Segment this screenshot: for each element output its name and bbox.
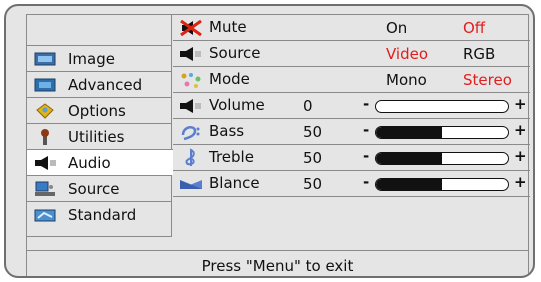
bass-slider[interactable] — [375, 126, 509, 139]
mode-label: Mode — [209, 70, 250, 88]
mute-on-option[interactable]: On — [386, 19, 407, 37]
treble-label: Treble — [209, 148, 254, 166]
mute-off-option[interactable]: Off — [463, 19, 485, 37]
balance-slider-fill — [376, 179, 442, 190]
balance-row: Blance 50 - + — [173, 171, 530, 197]
volume-row: Volume 0 - + — [173, 93, 530, 119]
mute-label: Mute — [209, 18, 247, 36]
mode-row: Mode Mono Stereo — [173, 67, 530, 93]
bass-row: Bass 50 - + — [173, 119, 530, 145]
nav-item-label: Utilities — [68, 127, 125, 146]
mode-stereo-option[interactable]: Stereo — [463, 71, 512, 89]
balance-value: 50 — [303, 175, 323, 193]
source-icon — [34, 181, 56, 197]
speaker-icon — [34, 155, 56, 171]
mode-mono-option[interactable]: Mono — [386, 71, 427, 89]
volume-slider[interactable] — [375, 100, 509, 113]
exit-hint-text: Press "Menu" to exit — [201, 257, 354, 275]
mode-icon — [178, 71, 204, 89]
utilities-icon — [34, 128, 56, 145]
options-icon — [34, 102, 56, 119]
audio-settings-panel: Mute On Off Source Video RGB Mode Mono S… — [173, 15, 530, 237]
bass-value: 50 — [303, 123, 323, 141]
mute-row: Mute On Off — [173, 15, 530, 41]
nav-item-advanced[interactable]: Advanced — [27, 71, 172, 97]
treble-clef-icon — [178, 148, 204, 167]
nav-item-label: Advanced — [68, 75, 143, 94]
nav-item-standard[interactable]: Standard — [27, 201, 172, 227]
mute-icon — [178, 19, 204, 37]
exit-hint: Press "Menu" to exit — [26, 251, 529, 276]
nav-item-image[interactable]: Image — [27, 45, 172, 71]
standard-icon — [34, 207, 56, 223]
advanced-icon — [34, 77, 56, 93]
image-icon — [34, 51, 56, 67]
bass-label: Bass — [209, 122, 245, 140]
volume-increase[interactable]: + — [514, 95, 527, 113]
balance-slider[interactable] — [375, 178, 509, 191]
treble-decrease[interactable]: - — [363, 147, 369, 165]
nav-item-audio[interactable]: Audio — [27, 149, 173, 175]
source-label: Source — [209, 44, 261, 62]
volume-label: Volume — [209, 96, 265, 114]
nav-item-label: Source — [68, 179, 120, 198]
nav-item-label: Options — [68, 101, 126, 120]
treble-slider-fill — [376, 153, 442, 164]
speaker-icon — [178, 97, 204, 115]
menu-body: Image Advanced Options Utilities Audio S… — [26, 14, 530, 251]
balance-increase[interactable]: + — [514, 173, 527, 191]
nav-item-utilities[interactable]: Utilities — [27, 123, 172, 149]
treble-increase[interactable]: + — [514, 147, 527, 165]
category-nav: Image Advanced Options Utilities Audio S… — [27, 15, 173, 237]
nav-item-source[interactable]: Source — [27, 175, 172, 201]
balance-icon — [178, 175, 204, 193]
bass-decrease[interactable]: - — [363, 121, 369, 139]
balance-decrease[interactable]: - — [363, 173, 369, 191]
source-row: Source Video RGB — [173, 41, 530, 67]
treble-value: 50 — [303, 149, 323, 167]
source-video-option[interactable]: Video — [386, 45, 428, 63]
volume-value: 0 — [303, 97, 313, 115]
nav-item-label: Image — [68, 49, 115, 68]
bass-slider-fill — [376, 127, 442, 138]
volume-decrease[interactable]: - — [363, 95, 369, 113]
osd-menu: Image Advanced Options Utilities Audio S… — [4, 4, 535, 278]
nav-item-label: Standard — [68, 205, 137, 224]
bass-increase[interactable]: + — [514, 121, 527, 139]
nav-item-options[interactable]: Options — [27, 97, 172, 123]
treble-row: Treble 50 - + — [173, 145, 530, 171]
treble-slider[interactable] — [375, 152, 509, 165]
source-rgb-option[interactable]: RGB — [463, 45, 495, 63]
nav-item-label: Audio — [68, 153, 111, 172]
bass-clef-icon — [178, 123, 204, 141]
speaker-icon — [178, 45, 204, 63]
balance-label: Blance — [209, 174, 260, 192]
